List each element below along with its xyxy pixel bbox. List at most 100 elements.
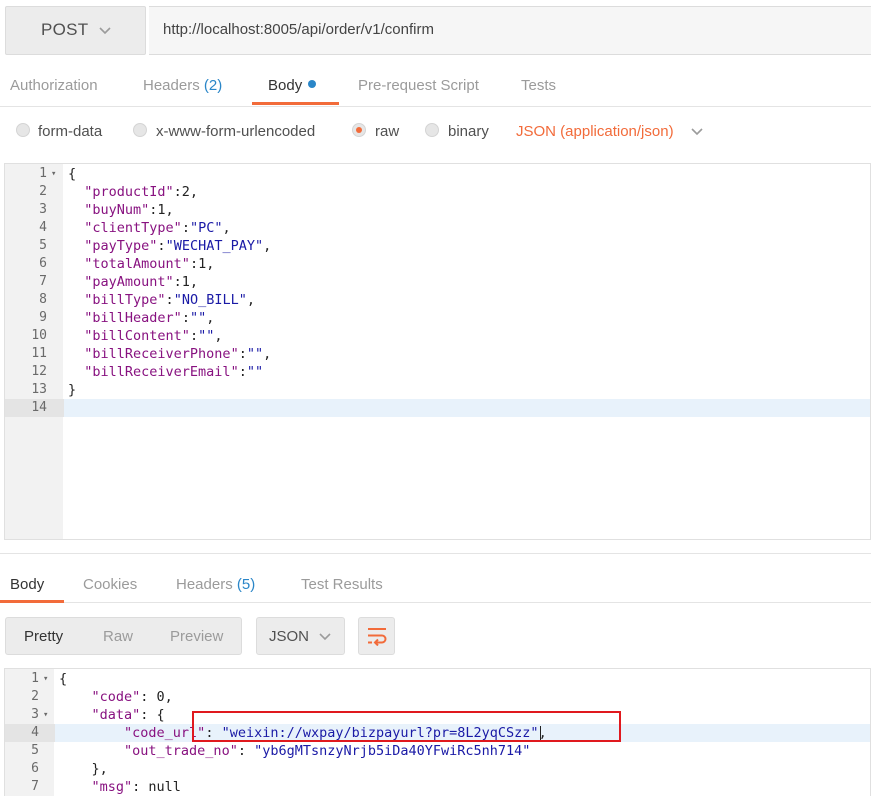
fold-toggle-icon[interactable]: ▾ [51,165,56,183]
line-number: 10 [31,328,47,343]
label-raw: raw [375,123,400,140]
line-number: 7 [39,274,47,289]
chevron-down-icon [99,27,111,35]
text-cursor [540,726,541,740]
resp-tab-test-results[interactable]: Test Results [301,576,383,593]
chevron-down-icon [319,633,331,641]
radio-form-data[interactable] [16,123,30,137]
code-text: } [68,382,77,398]
format-label: JSON [269,628,310,645]
line-number: 6 [31,761,39,776]
code-text: "buyNum":1, [84,202,174,218]
line-number: 4 [39,220,47,235]
code-line: 13} [5,381,870,399]
wrap-lines-button[interactable] [358,617,395,655]
line-number: 5 [31,743,39,758]
body-type-selector: form-data x-www-form-urlencoded raw bina… [0,107,871,163]
response-format-select[interactable]: JSON [256,617,345,655]
code-line: 14 [5,399,870,417]
code-line: 10 "billContent":"", [5,327,870,345]
code-text: "msg": null [91,779,181,795]
tab-prerequest-script[interactable]: Pre-request Script [358,77,479,94]
line-number: 12 [31,364,47,379]
line-number: 8 [39,292,47,307]
code-line: 11 "billReceiverPhone":"", [5,345,870,363]
line-number: 1 [31,671,39,686]
code-text: "payAmount":1, [84,274,199,290]
tab-headers[interactable]: Headers (2) [143,77,222,94]
line-number: 1 [39,166,47,181]
resp-tab-headers-label: Headers [176,576,233,593]
response-view-mode: Pretty Raw Preview [5,617,242,655]
code-line: 1 ▾ { [5,670,870,688]
code-text: "billReceiverPhone":"", [84,346,272,362]
request-tabs: Authorization Headers (2) Body Pre-reque… [0,62,871,107]
code-text: "data": { [91,707,165,723]
code-text: "billType":"NO_BILL", [84,292,255,308]
tab-body[interactable]: Body [268,77,317,94]
url-input[interactable]: http://localhost:8005/api/order/v1/confi… [149,6,871,55]
modified-dot-icon [308,80,317,89]
code-text: "code": 0, [91,689,173,705]
code-line: 7 "payAmount":1, [5,273,870,291]
method-select[interactable]: POST [5,6,146,55]
line-number: 11 [31,346,47,361]
code-text: "payType":"WECHAT_PAY", [84,238,272,254]
code-text: { [68,166,77,182]
wrap-lines-icon [368,628,387,646]
content-type-select[interactable]: JSON (application/json) [516,123,674,140]
code-line: 4 "clientType":"PC", [5,219,870,237]
code-line: 5 "out_trade_no": "yb6gMTsnzyNrjb5iDa40Y… [5,742,870,760]
fold-toggle-icon[interactable]: ▾ [43,670,48,688]
code-line: 7 "msg": null [5,778,870,796]
highlight-annotation-box [192,711,621,742]
tab-authorization[interactable]: Authorization [10,77,98,94]
request-body-editor[interactable]: 1 ▾{2 "productId":2, 3 "buyNum":1, 4 "clien… [4,163,871,540]
line-number: 14 [31,400,47,415]
fold-toggle-icon[interactable]: ▾ [43,706,48,724]
raw-button[interactable]: Raw [103,628,133,645]
resp-tab-body[interactable]: Body [10,576,44,593]
code-text: }, [59,761,108,777]
radio-binary[interactable] [425,123,439,137]
code-text: "clientType":"PC", [84,220,231,236]
active-tab-indicator [0,600,64,603]
tab-tests[interactable]: Tests [521,77,556,94]
line-number: 3 [31,707,39,722]
label-binary: binary [448,123,489,140]
tab-headers-label: Headers [143,77,200,94]
headers-count: (2) [203,77,223,94]
method-label: POST [41,20,89,39]
line-number: 13 [31,382,47,397]
code-line: 5 "payType":"WECHAT_PAY", [5,237,870,255]
line-number: 3 [39,202,47,217]
label-urlencoded: x-www-form-urlencoded [156,123,316,140]
url-text: http://localhost:8005/api/order/v1/confi… [163,21,434,38]
line-number: 7 [31,779,39,794]
code-text: "billContent":"", [84,328,223,344]
line-number: 4 [31,725,39,740]
response-tabs: Body Cookies Headers (5) Test Results [0,553,871,603]
radio-urlencoded[interactable] [133,123,147,137]
pretty-button[interactable]: Pretty [24,628,63,645]
radio-raw[interactable] [352,123,366,137]
code-text: "out_trade_no": "yb6gMTsnzyNrjb5iDa40YFw… [124,743,531,759]
code-line: 2 "productId":2, [5,183,870,201]
resp-tab-cookies[interactable]: Cookies [83,576,137,593]
code-line: 8 "billType":"NO_BILL", [5,291,870,309]
code-line: 6 }, [5,760,870,778]
code-text: "billHeader":"", [84,310,215,326]
resp-tab-headers[interactable]: Headers (5) [176,576,255,593]
chevron-down-icon[interactable] [690,125,704,139]
request-url-bar: POST http://localhost:8005/api/order/v1/… [0,0,871,62]
line-number: 5 [39,238,47,253]
resp-headers-count: (5) [236,576,256,593]
code-text: { [59,671,68,687]
code-line: 3 "buyNum":1, [5,201,870,219]
code-text: "productId":2, [84,184,199,200]
line-number: 9 [39,310,47,325]
code-line: 12 "billReceiverEmail":"" [5,363,870,381]
preview-button[interactable]: Preview [170,628,223,645]
code-line: 6 "totalAmount":1, [5,255,870,273]
line-number: 2 [31,689,39,704]
